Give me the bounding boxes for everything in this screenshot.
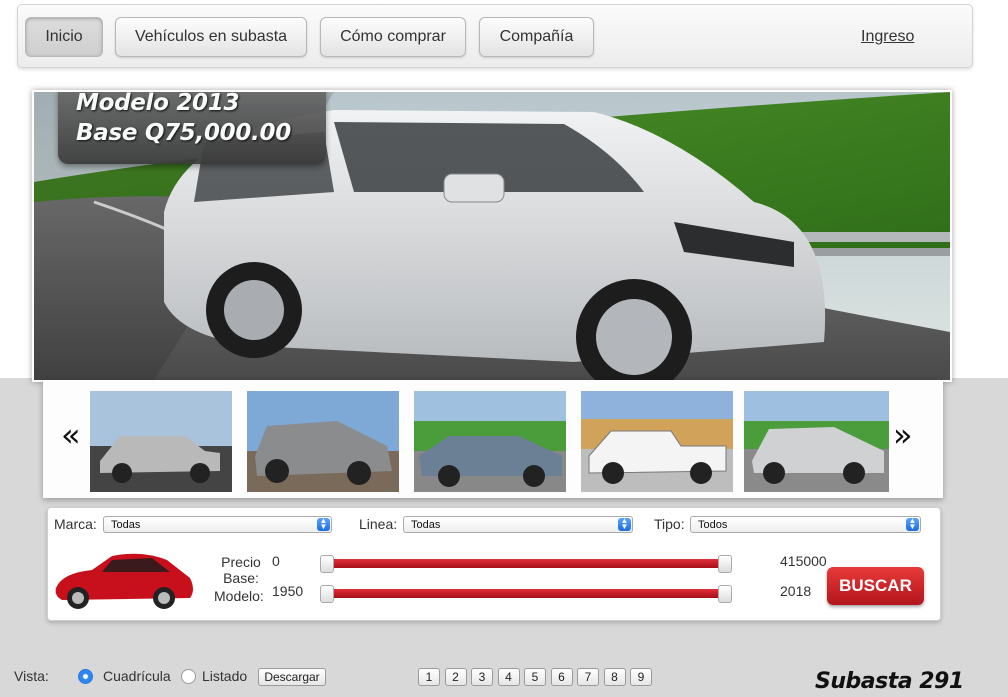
select-arrows-icon: ▲ ▼: [317, 517, 330, 531]
precio-base-label: Precio Base:: [221, 554, 261, 586]
brand-logo-text: Subasta 291: [815, 669, 964, 694]
thumbnail-3[interactable]: [414, 391, 566, 492]
buscar-button[interactable]: BUSCAR: [827, 567, 924, 605]
precio-max-value: 415000: [780, 553, 827, 569]
thumbnail-carousel: « »: [43, 380, 943, 498]
precio-min-handle[interactable]: [320, 555, 334, 573]
hero-model-text: Modelo 2013: [76, 90, 240, 116]
precio-range-slider[interactable]: [320, 555, 732, 573]
marca-label: Marca:: [54, 516, 97, 532]
modelo-range-slider[interactable]: [320, 585, 732, 603]
linea-label: Linea:: [359, 516, 398, 532]
select-arrows-icon: ▲ ▼: [906, 517, 919, 531]
tipo-label: Tipo:: [654, 516, 685, 532]
linea-select-value: Todas: [411, 519, 441, 531]
page-button-5[interactable]: 5: [524, 668, 546, 686]
page-button-9[interactable]: 9: [630, 668, 652, 686]
page-button-8[interactable]: 8: [603, 668, 626, 686]
slider-fill: [326, 589, 726, 598]
thumbnail-5[interactable]: [744, 391, 889, 492]
precio-max-handle[interactable]: [718, 555, 732, 573]
nav-compania-button[interactable]: Compañía: [479, 17, 594, 57]
modelo-min-value: 1950: [272, 583, 304, 599]
tipo-select[interactable]: Todos ▲ ▼: [690, 516, 921, 533]
hero-caption: Modelo 2013 Base Q75,000.00: [58, 90, 326, 164]
precio-min-value: 0: [272, 553, 280, 569]
download-button[interactable]: Descargar: [258, 668, 326, 686]
modelo-max-value: 2018: [780, 583, 812, 599]
nav-inicio-button[interactable]: Inicio: [25, 17, 103, 57]
modelo-max-handle[interactable]: [718, 585, 732, 603]
modelo-label: Modelo:: [214, 588, 264, 604]
marca-select[interactable]: Todas ▲ ▼: [103, 516, 332, 533]
thumbnail-2[interactable]: [247, 391, 399, 492]
slider-fill: [326, 559, 726, 568]
page-button-7[interactable]: 7: [577, 668, 599, 686]
page-button-6[interactable]: 6: [550, 668, 573, 686]
list-view-radio[interactable]: [181, 669, 196, 684]
red-car-image: [55, 553, 193, 609]
thumbnail-1[interactable]: [90, 391, 232, 492]
hero-price-text: Base Q75,000.00: [76, 120, 291, 146]
page-button-1[interactable]: 1: [418, 668, 440, 686]
grid-view-label[interactable]: Cuadrícula: [103, 668, 171, 684]
list-view-label[interactable]: Listado: [202, 668, 247, 684]
search-panel: Marca: Todas ▲ ▼ Linea: Todas ▲ ▼ Tipo: To…: [47, 507, 941, 621]
linea-select[interactable]: Todas ▲ ▼: [403, 516, 633, 533]
modelo-min-handle[interactable]: [320, 585, 334, 603]
select-arrows-icon: ▲ ▼: [618, 517, 631, 531]
login-link[interactable]: Ingreso: [861, 28, 914, 46]
page-button-3[interactable]: 3: [471, 668, 493, 686]
marca-select-value: Todas: [111, 519, 141, 531]
hero-banner[interactable]: Modelo 2013 Base Q75,000.00: [32, 90, 952, 382]
nav-vehiculos-button[interactable]: Vehículos en subasta: [115, 17, 307, 57]
thumbnail-4[interactable]: [581, 391, 733, 492]
page-button-2[interactable]: 2: [444, 668, 467, 686]
vista-label: Vista:: [14, 668, 49, 684]
tipo-select-value: Todos: [698, 519, 728, 531]
next-arrow-icon[interactable]: »: [893, 416, 913, 454]
page-button-4[interactable]: 4: [497, 668, 520, 686]
prev-arrow-icon[interactable]: «: [61, 416, 81, 454]
top-nav: Inicio Vehículos en subasta Cómo comprar…: [17, 4, 973, 68]
grid-view-radio[interactable]: [78, 669, 93, 684]
nav-como-comprar-button[interactable]: Cómo comprar: [320, 17, 466, 57]
